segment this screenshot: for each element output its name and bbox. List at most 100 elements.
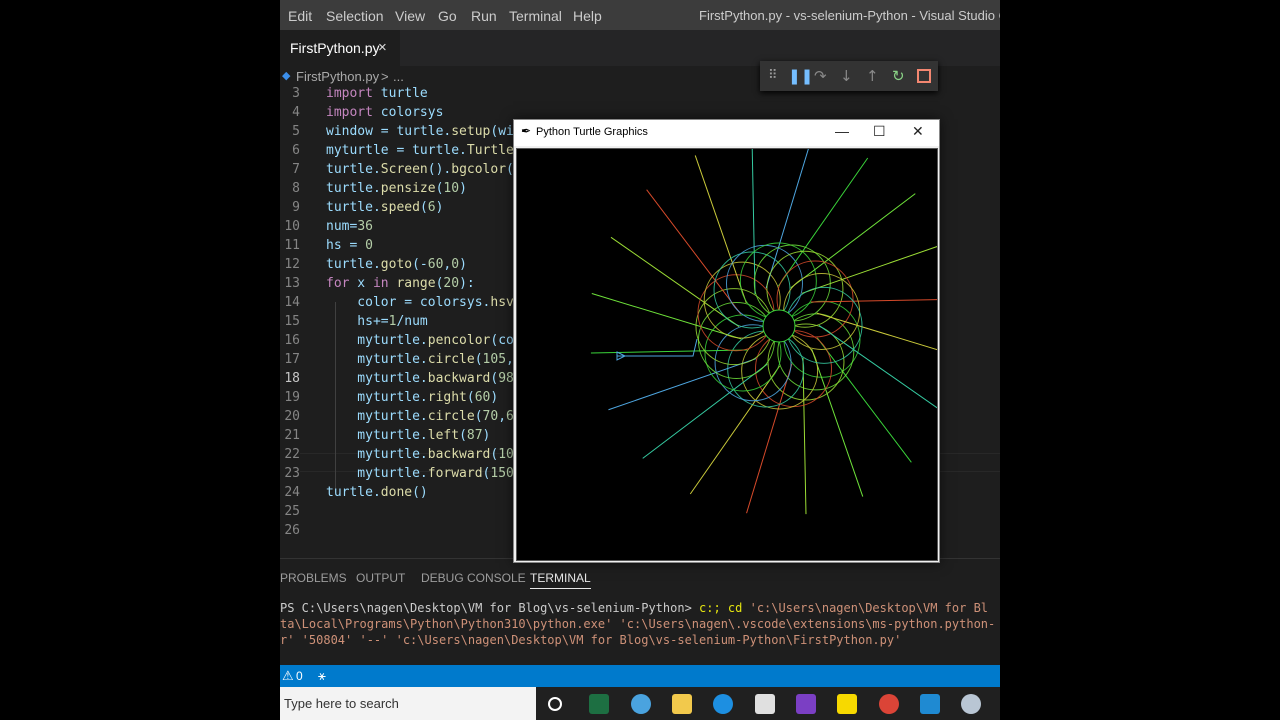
- code-text: myturtle.left(87): [326, 428, 491, 443]
- spiral-ray: [778, 157, 869, 287]
- spiral-ray: [802, 358, 807, 515]
- line-number: 12: [284, 257, 300, 272]
- code-text: import colorsys: [326, 105, 444, 120]
- code-text: myturtle.backward(98: [326, 371, 514, 386]
- notepad-icon[interactable]: [755, 694, 775, 714]
- code-text: myturtle.forward(150: [326, 466, 514, 481]
- menu-help[interactable]: Help: [573, 8, 602, 24]
- spiral-ray: [610, 236, 740, 327]
- chrome-icon[interactable]: [879, 694, 899, 714]
- spiral-drawing: [590, 137, 968, 515]
- edge-icon[interactable]: [713, 694, 733, 714]
- turtle-canvas[interactable]: [516, 137, 968, 561]
- turtle-path: [617, 338, 698, 357]
- paint-icon[interactable]: [631, 694, 651, 714]
- close-icon[interactable]: ×: [378, 39, 387, 56]
- warning-icon[interactable]: ⚠: [282, 668, 294, 684]
- terminal-text-3: r' '50804' '--' 'c:\Users\nagen\Desktop\…: [280, 633, 902, 647]
- tab-firstpython[interactable]: FirstPython.py ×: [280, 30, 400, 66]
- line-number: 10: [284, 219, 300, 234]
- close-icon[interactable]: ✕: [912, 123, 924, 140]
- breadcrumb-file[interactable]: FirstPython.py: [296, 69, 379, 84]
- line-number: 5: [292, 124, 300, 139]
- code-text: import turtle: [326, 86, 428, 101]
- line-number: 25: [284, 504, 300, 519]
- code-text: turtle.goto(-60,0): [326, 257, 467, 272]
- maximize-icon[interactable]: ☐: [873, 123, 886, 140]
- line-number: 9: [292, 200, 300, 215]
- menu-selection[interactable]: Selection: [326, 8, 384, 24]
- vscode-icon[interactable]: [920, 694, 940, 714]
- code-text: color = colorsys.hsv_: [326, 295, 522, 310]
- taskbar-search[interactable]: Type here to search: [280, 687, 536, 720]
- menu-go[interactable]: Go: [438, 8, 457, 24]
- menu-run[interactable]: Run: [471, 8, 497, 24]
- black-letterbox-left: [0, 0, 280, 720]
- python-file-icon: ◆: [282, 70, 291, 82]
- feather-app-icon[interactable]: [961, 694, 981, 714]
- task-view-icon[interactable]: [548, 697, 562, 711]
- terminal-text-2: ta\Local\Programs\Python\Python310\pytho…: [280, 617, 996, 631]
- spiral-ray: [694, 155, 747, 304]
- tab-problems[interactable]: PROBLEMS: [280, 571, 347, 585]
- line-number: 19: [284, 390, 300, 405]
- excel-icon[interactable]: [589, 694, 609, 714]
- line-number: 3: [292, 86, 300, 101]
- turtle-window-title: Python Turtle Graphics: [536, 126, 648, 138]
- code-text: turtle.pensize(10): [326, 181, 467, 196]
- problems-count[interactable]: 0: [296, 669, 303, 683]
- line-number: 20: [284, 409, 300, 424]
- terminal-prompt: PS C:\Users\nagen\Desktop\VM for Blog\vs…: [280, 601, 700, 615]
- visual-studio-icon[interactable]: [796, 694, 816, 714]
- menu-bar: Edit Selection View Go Run Terminal Help…: [280, 0, 1000, 30]
- line-number: 22: [284, 447, 300, 462]
- code-text: hs = 0: [326, 238, 373, 253]
- code-text: myturtle.pencolor(co: [326, 333, 514, 348]
- code-text: window = turtle.setup(wi: [326, 124, 514, 139]
- line-number: 26: [284, 523, 300, 538]
- line-number: 18: [284, 371, 300, 386]
- spiral-ray: [689, 365, 780, 495]
- sticky-notes-icon[interactable]: [837, 694, 857, 714]
- line-number: 4: [292, 105, 300, 120]
- terminal-line-3[interactable]: r' '50804' '--' 'c:\Users\nagen\Desktop\…: [280, 632, 901, 648]
- status-bar: ⚠ 0 ⚹: [280, 665, 1000, 687]
- code-text: turtle.speed(6): [326, 200, 444, 215]
- spiral-ray: [811, 298, 968, 303]
- code-text: myturtle.right(60): [326, 390, 499, 405]
- feather-icon: ✒: [521, 124, 532, 138]
- line-number: 7: [292, 162, 300, 177]
- line-number: 6: [292, 143, 300, 158]
- line-number: 17: [284, 352, 300, 367]
- code-text: for x in range(20):: [326, 276, 475, 291]
- line-number: 23: [284, 466, 300, 481]
- code-text: myturtle = turtle.Turtle: [326, 143, 514, 158]
- code-line[interactable]: 3 import turtle: [280, 84, 1000, 103]
- terminal-line-1[interactable]: PS C:\Users\nagen\Desktop\VM for Blog\vs…: [280, 600, 988, 616]
- code-text: num=36: [326, 219, 373, 234]
- turtle-title-bar[interactable]: ✒ Python Turtle Graphics — ☐ ✕: [514, 120, 939, 146]
- spiral-ray: [608, 358, 757, 411]
- code-text: hs+=1/num: [326, 314, 428, 329]
- line-number: 11: [284, 238, 300, 253]
- line-number: 8: [292, 181, 300, 196]
- line-number: 15: [284, 314, 300, 329]
- file-explorer-icon[interactable]: [672, 694, 692, 714]
- menu-terminal[interactable]: Terminal: [509, 8, 562, 24]
- tab-output[interactable]: OUTPUT: [356, 571, 405, 585]
- terminal-command: c:; cd: [699, 601, 750, 615]
- line-number: 16: [284, 333, 300, 348]
- line-number: 14: [284, 295, 300, 310]
- code-text: turtle.done(): [326, 485, 428, 500]
- minimize-icon[interactable]: —: [835, 123, 849, 139]
- terminal-line-2[interactable]: ta\Local\Programs\Python\Python310\pytho…: [280, 616, 995, 632]
- tab-terminal[interactable]: TERMINAL: [530, 571, 591, 589]
- menu-edit[interactable]: Edit: [288, 8, 312, 24]
- editor-tab-bar: FirstPython.py × ⠿ ❚❚ ↷ ↓ ↑ ↻: [280, 30, 1000, 91]
- menu-view[interactable]: View: [395, 8, 425, 24]
- spiral-ray: [591, 293, 742, 340]
- debug-icon[interactable]: ⚹: [318, 668, 326, 684]
- breadcrumb-more[interactable]: ...: [393, 69, 404, 84]
- windows-taskbar: Type here to search: [280, 687, 1000, 720]
- tab-debug-console[interactable]: DEBUG CONSOLE: [421, 571, 526, 585]
